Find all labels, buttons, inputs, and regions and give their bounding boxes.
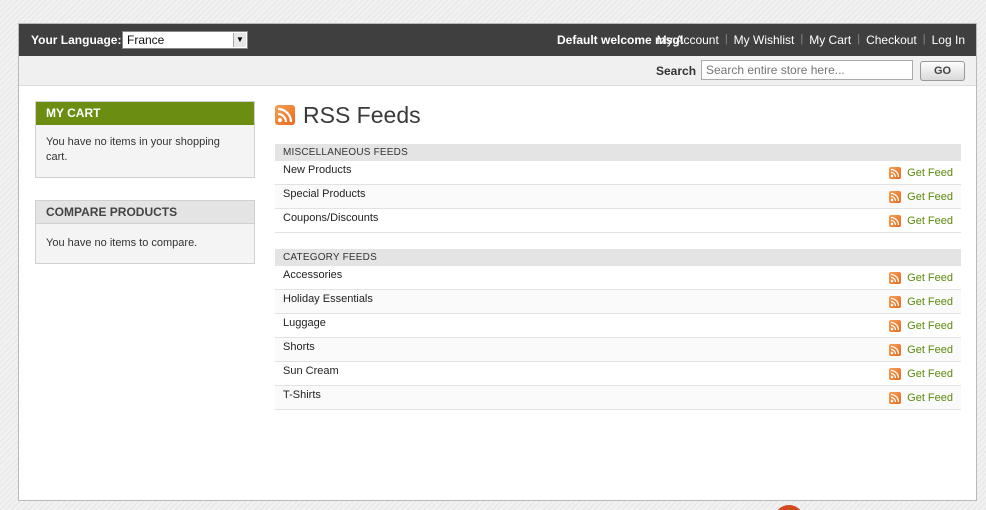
page-title-row: RSS Feeds	[275, 100, 961, 130]
get-feed-label: Get Feed	[907, 344, 953, 356]
compare-products-text: You have no items to compare.	[46, 237, 198, 249]
get-feed-label: Get Feed	[907, 191, 953, 203]
feed-row: Special Products Get Feed	[275, 185, 961, 209]
get-feed-link[interactable]: Get Feed	[889, 215, 953, 228]
get-feed-link[interactable]: Get Feed	[889, 344, 953, 357]
get-feed-link[interactable]: Get Feed	[889, 392, 953, 405]
my-cart-block: MY CART You have no items in your shoppi…	[35, 101, 255, 178]
get-feed-link[interactable]: Get Feed	[889, 191, 953, 204]
language-select[interactable]: France ▼	[122, 31, 248, 49]
misc-feed-list: New Products Get Feed Special Products Get …	[275, 161, 961, 233]
feed-name: Holiday Essentials	[283, 293, 373, 305]
compare-products-title: COMPARE PRODUCTS	[36, 201, 254, 224]
rss-icon	[889, 272, 902, 285]
chevron-down-icon[interactable]: ▼	[233, 33, 246, 47]
feed-row: Shorts Get Feed	[275, 338, 961, 362]
page-frame: Your Language: France ▼ Default welcome …	[18, 23, 977, 501]
category-feeds-section: CATEGORY FEEDS Accessories Get Feed Holida…	[275, 249, 961, 410]
my-account-link[interactable]: My Account	[657, 33, 719, 47]
get-feed-link[interactable]: Get Feed	[889, 368, 953, 381]
feed-name: Sun Cream	[283, 365, 339, 377]
misc-feeds-section: MISCELLANEOUS FEEDS New Products Get Feed…	[275, 144, 961, 233]
search-bar: Search GO	[19, 56, 976, 86]
search-label: Search	[656, 64, 697, 78]
get-feed-label: Get Feed	[907, 320, 953, 332]
feed-name: Shorts	[283, 341, 315, 353]
search-input[interactable]	[701, 60, 913, 80]
feed-name: Special Products	[283, 188, 366, 200]
log-in-link[interactable]: Log In	[932, 33, 965, 47]
get-feed-label: Get Feed	[907, 167, 953, 179]
get-feed-label: Get Feed	[907, 215, 953, 227]
misc-feeds-heading: MISCELLANEOUS FEEDS	[275, 144, 961, 161]
feed-name: Coupons/Discounts	[283, 212, 379, 224]
rss-icon	[889, 167, 902, 180]
main-content: RSS Feeds MISCELLANEOUS FEEDS New Produc…	[275, 100, 961, 410]
link-separator: |	[800, 33, 804, 45]
feed-row: Coupons/Discounts Get Feed	[275, 209, 961, 233]
feed-row: Holiday Essentials Get Feed	[275, 290, 961, 314]
get-feed-link[interactable]: Get Feed	[889, 167, 953, 180]
feed-row: T-Shirts Get Feed	[275, 386, 961, 410]
get-feed-link[interactable]: Get Feed	[889, 272, 953, 285]
rss-icon	[889, 296, 902, 309]
my-wishlist-link[interactable]: My Wishlist	[734, 33, 795, 47]
rss-icon	[889, 344, 902, 357]
rss-icon	[889, 191, 902, 204]
feed-name: T-Shirts	[283, 389, 321, 401]
get-feed-link[interactable]: Get Feed	[889, 320, 953, 333]
rss-icon	[889, 320, 902, 333]
link-separator: |	[922, 33, 926, 45]
rss-icon	[889, 368, 902, 381]
my-cart-link[interactable]: My Cart	[809, 33, 851, 47]
logo-icon	[774, 505, 804, 510]
rss-icon	[889, 392, 902, 405]
feed-name: New Products	[283, 164, 352, 176]
rss-icon	[275, 105, 295, 125]
link-separator: |	[724, 33, 728, 45]
checkout-link[interactable]: Checkout	[866, 33, 917, 47]
feed-name: Luggage	[283, 317, 326, 329]
account-links: My Account | My Wishlist | My Cart | Che…	[657, 33, 965, 47]
get-feed-label: Get Feed	[907, 272, 953, 284]
category-feeds-heading: CATEGORY FEEDS	[275, 249, 961, 266]
feed-row: Sun Cream Get Feed	[275, 362, 961, 386]
get-feed-label: Get Feed	[907, 392, 953, 404]
link-separator: |	[857, 33, 861, 45]
language-label: Your Language:	[31, 33, 122, 47]
feed-row: Luggage Get Feed	[275, 314, 961, 338]
rss-icon	[889, 215, 902, 228]
language-value: France	[127, 33, 165, 47]
feed-row: Accessories Get Feed	[275, 266, 961, 290]
my-cart-text: You have no items in your shopping cart.	[46, 136, 220, 163]
get-feed-link[interactable]: Get Feed	[889, 296, 953, 309]
category-feed-list: Accessories Get Feed Holiday Essentials Get…	[275, 266, 961, 410]
page-title: RSS Feeds	[303, 101, 421, 128]
my-cart-title: MY CART	[36, 102, 254, 125]
get-feed-label: Get Feed	[907, 296, 953, 308]
get-feed-label: Get Feed	[907, 368, 953, 380]
go-button[interactable]: GO	[920, 61, 965, 81]
feed-row: New Products Get Feed	[275, 161, 961, 185]
compare-products-block: COMPARE PRODUCTS You have no items to co…	[35, 200, 255, 264]
header-bar: Your Language: France ▼ Default welcome …	[19, 24, 976, 56]
feed-name: Accessories	[283, 269, 343, 281]
